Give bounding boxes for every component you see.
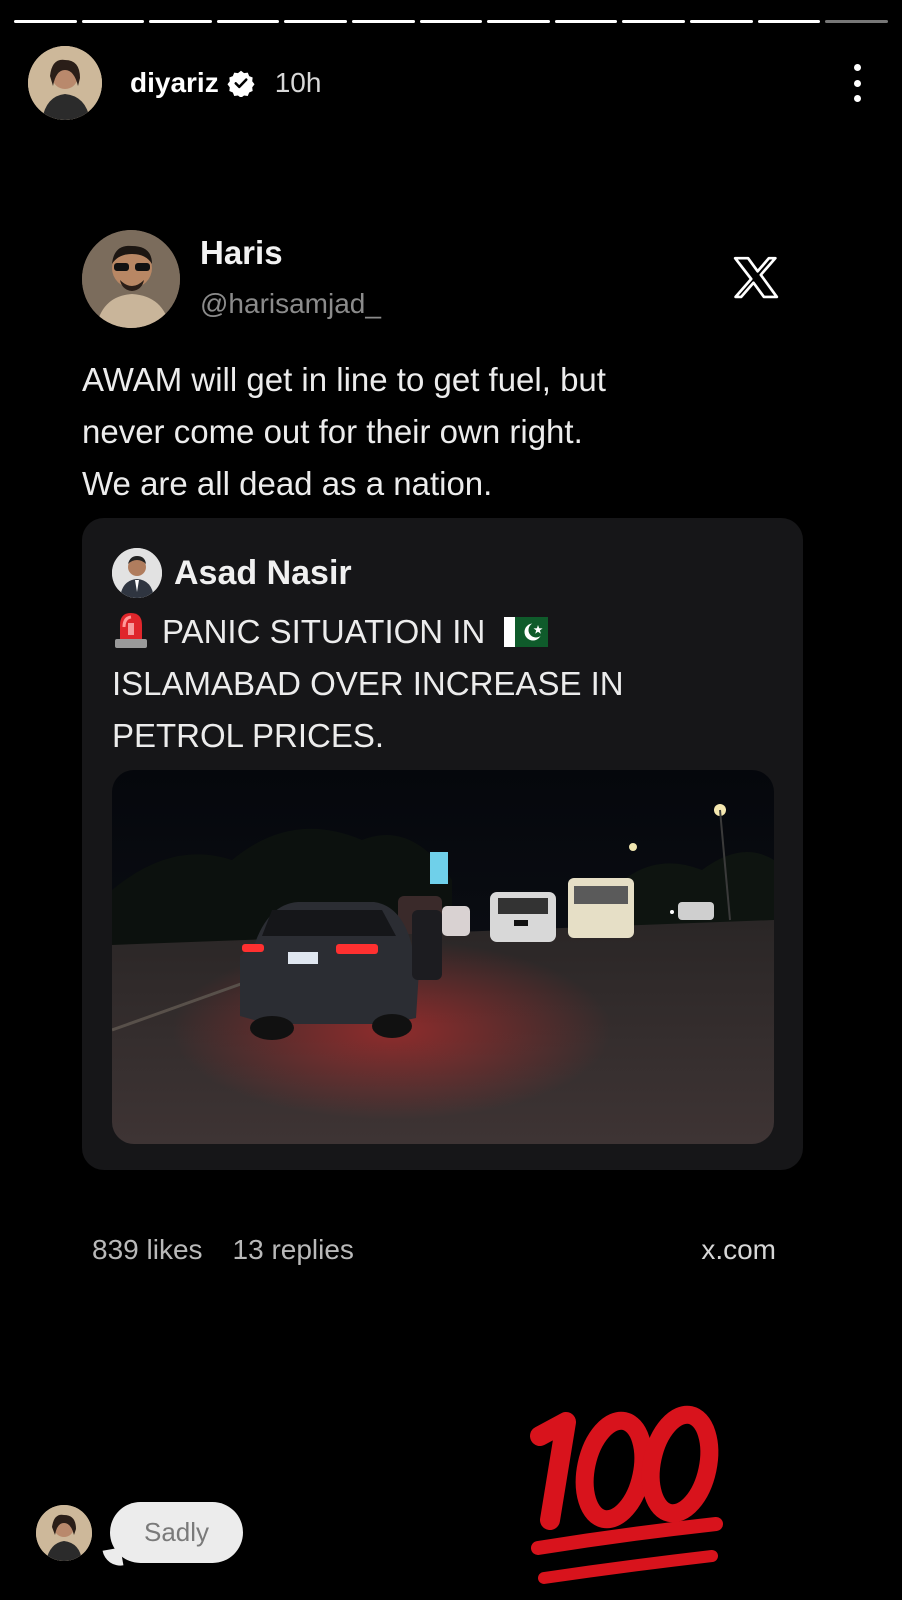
quoted-tweet-text: PANIC SITUATION IN ISLAMABAD OVER INCREA… [112, 606, 752, 762]
quoted-text-line: PETROL PRICES. [112, 717, 385, 754]
profile-avatar[interactable] [28, 46, 102, 120]
quoted-author-avatar[interactable] [112, 548, 162, 598]
progress-segment [554, 20, 618, 23]
progress-segment [419, 20, 483, 23]
story-header: diyariz 10h [28, 46, 874, 120]
tweet-text-line: AWAM will get in line to get fuel, but [82, 361, 606, 398]
reply-row: Sadly [36, 1502, 244, 1563]
tweet-stats: 839 likes 13 replies x.com [92, 1234, 776, 1266]
hundred-points-emoji-icon [530, 1405, 723, 1584]
rotating-light-icon [115, 613, 147, 648]
progress-segment [690, 20, 753, 23]
quoted-tweet-photo[interactable] [112, 770, 774, 1144]
progress-segment [284, 20, 348, 23]
x-logo-icon [733, 256, 779, 299]
quoted-text-line: ISLAMABAD OVER INCREASE IN [112, 665, 624, 702]
progress-segment [216, 20, 280, 23]
replies-count[interactable]: 13 replies [233, 1234, 354, 1266]
progress-segment [149, 20, 212, 23]
tweet-text-line: never come out for their own right. [82, 413, 583, 450]
embedded-tweet[interactable]: Haris @harisamjad_ AWAM will get in line… [82, 230, 802, 510]
progress-segment [81, 20, 145, 23]
progress-segment-current [825, 20, 888, 23]
tweet-text-line: We are all dead as a nation. [82, 465, 493, 502]
pakistan-flag-icon [504, 617, 549, 647]
username[interactable]: diyariz [130, 67, 219, 99]
progress-segment [622, 20, 686, 23]
tweet-text: AWAM will get in line to get fuel, but n… [82, 354, 802, 510]
verified-badge-icon [227, 70, 255, 97]
source-link[interactable]: x.com [701, 1234, 776, 1266]
progress-segment [14, 20, 77, 23]
more-options-icon[interactable] [852, 64, 862, 102]
tweet-author-avatar[interactable] [82, 230, 180, 328]
post-time: 10h [274, 67, 322, 98]
progress-segment [352, 20, 415, 23]
tweet-author-handle[interactable]: @harisamjad_ [200, 288, 381, 320]
quoted-author-name[interactable]: Asad Nasir [174, 554, 352, 593]
reply-avatar[interactable] [36, 1504, 92, 1561]
reply-bubble[interactable]: Sadly [110, 1502, 244, 1563]
progress-segment [487, 20, 550, 23]
tweet-author-name[interactable]: Haris [200, 234, 381, 272]
quoted-text-line: PANIC SITUATION IN [162, 613, 486, 650]
likes-count[interactable]: 839 likes [92, 1234, 203, 1266]
progress-segment [757, 20, 821, 23]
quoted-tweet-card[interactable]: Asad Nasir PANIC SITUATION IN ISLAMABAD … [82, 518, 803, 1170]
story-progress-bar [14, 20, 888, 23]
